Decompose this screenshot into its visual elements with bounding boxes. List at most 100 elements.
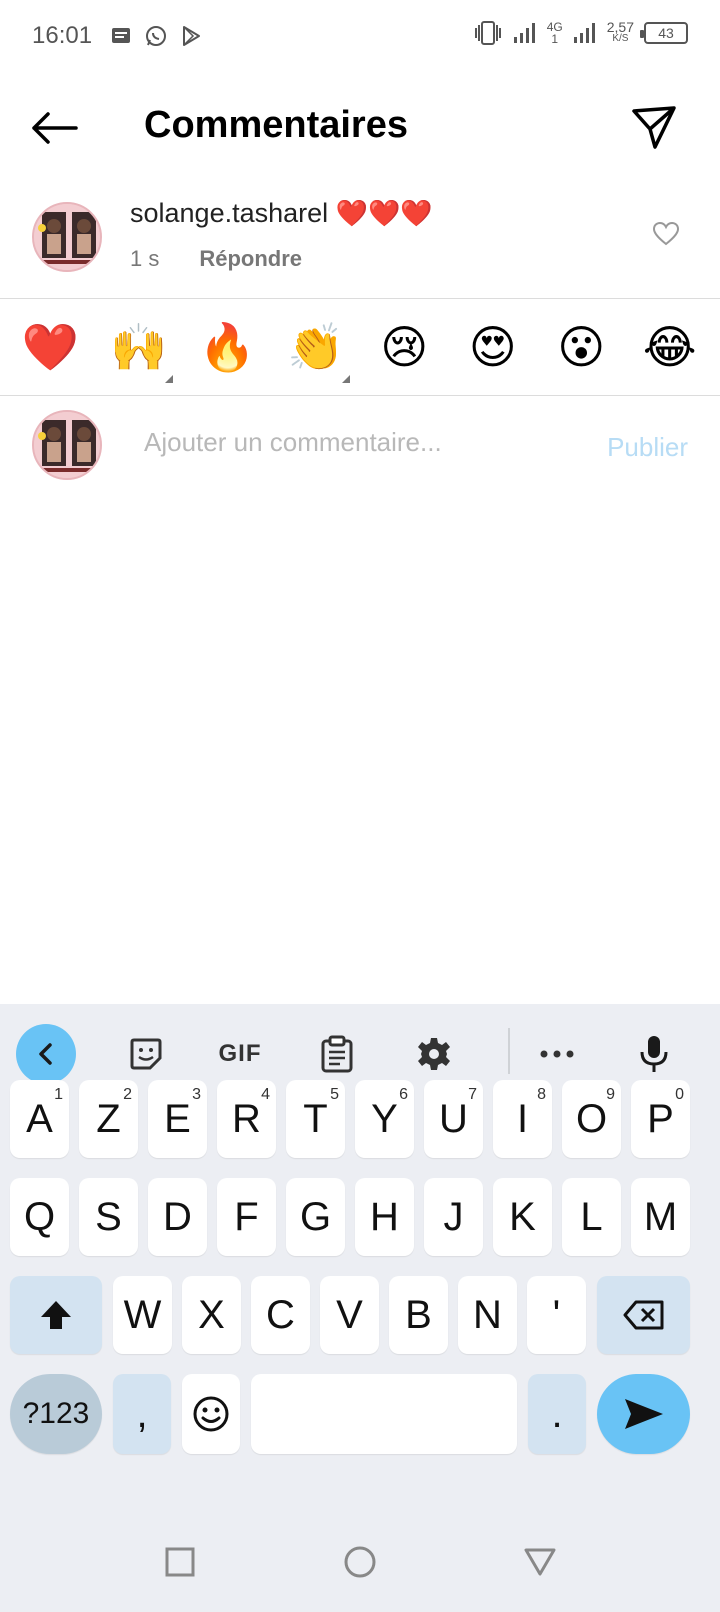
key-label: B [405,1292,432,1337]
smiley-icon [193,1396,229,1432]
avatar-image [34,412,100,478]
settings-button[interactable] [404,1024,464,1084]
chevron-left-icon [39,1043,52,1065]
key-label: . [551,1391,563,1436]
sticker-icon [130,1038,162,1070]
signal-icon [513,23,535,43]
key-j[interactable]: J [424,1178,483,1256]
key-b[interactable]: B [389,1276,448,1354]
toolbar-separator [508,1028,510,1074]
key-p[interactable]: P0 [631,1080,690,1158]
emoji-quick-bar: ❤️ 🙌 🔥 👏 😢 😍 😮 😂 [0,300,720,394]
play-store-icon [183,26,201,46]
comment-input[interactable] [144,422,564,462]
shift-key[interactable] [10,1276,102,1354]
comment-item: solange.tasharel ❤️❤️❤️ 1 s Répondre [0,188,720,298]
comment-time: 1 s [130,246,160,271]
recents-button[interactable] [160,1542,200,1582]
network-type: 4G 1 [546,20,563,46]
key-w[interactable]: W [113,1276,172,1354]
symbols-key[interactable]: ?123 [10,1374,102,1454]
key-h[interactable]: H [355,1178,414,1256]
whatsapp-icon [146,26,167,46]
status-bar: 16:01 4G 1 2,57 K/S 43 [0,0,720,72]
emoji-button[interactable]: 😂 [630,317,710,377]
back-button[interactable] [26,100,82,156]
key-z[interactable]: Z2 [79,1080,138,1158]
key-u[interactable]: U7 [424,1080,483,1158]
key-apostrophe[interactable]: ' [527,1276,586,1354]
key-label: K [509,1194,536,1239]
key-c[interactable]: C [251,1276,310,1354]
avatar[interactable] [32,202,102,272]
key-hint: 8 [537,1086,546,1103]
key-label: W [123,1292,162,1337]
key-f[interactable]: F [217,1178,276,1256]
emoji-button[interactable]: 🙌 [99,317,179,383]
key-l[interactable]: L [562,1178,621,1256]
key-hint: 7 [468,1086,477,1103]
key-k[interactable]: K [493,1178,552,1256]
key-label: Y [371,1096,398,1141]
key-e[interactable]: E3 [148,1080,207,1158]
shift-arrow-icon [41,1301,71,1329]
backspace-key[interactable] [597,1276,690,1354]
key-r[interactable]: R4 [217,1080,276,1158]
key-v[interactable]: V [320,1276,379,1354]
key-label: M [643,1194,678,1239]
more-button[interactable] [527,1024,587,1084]
backspace-icon [623,1300,663,1330]
battery-level: 43 [658,25,674,41]
key-q[interactable]: Q [10,1178,69,1256]
network-speed: 2,57 K/S [606,19,634,44]
emoji-button[interactable]: 🔥 [187,317,267,377]
square-icon [165,1547,195,1577]
key-label: L [580,1194,603,1239]
key-label: E [164,1096,191,1141]
key-o[interactable]: O9 [562,1080,621,1158]
voice-input-button[interactable] [624,1024,684,1084]
sticker-button[interactable] [116,1024,176,1084]
reply-button[interactable]: Répondre [199,246,302,272]
key-g[interactable]: G [286,1178,345,1256]
comma-key[interactable]: , [113,1374,171,1454]
key-hint: 5 [330,1086,339,1103]
key-label: S [95,1194,122,1239]
key-label: O [575,1096,608,1141]
like-heart-icon[interactable] [652,220,680,248]
key-label: R [232,1096,261,1141]
key-label: ' [552,1292,561,1337]
key-d[interactable]: D [148,1178,207,1256]
status-right-icons: 4G 1 2,57 K/S 43 [473,20,688,46]
key-n[interactable]: N [458,1276,517,1354]
key-m[interactable]: M [631,1178,690,1256]
key-i[interactable]: I8 [493,1080,552,1158]
key-label: F [234,1194,259,1239]
back-nav-button[interactable] [520,1542,560,1582]
emoji-button[interactable]: 👏 [276,317,356,383]
key-a[interactable]: A1 [10,1080,69,1158]
emoji-button[interactable]: 😮 [541,317,621,377]
key-label: X [198,1292,225,1337]
microphone-icon [640,1036,668,1072]
home-button[interactable] [340,1542,380,1582]
emoji-button[interactable]: 😢 [364,317,444,377]
publish-button[interactable]: Publier [607,432,688,463]
gif-button[interactable]: GIF [210,1024,270,1084]
key-y[interactable]: Y6 [355,1080,414,1158]
key-t[interactable]: T5 [286,1080,345,1158]
key-s[interactable]: S [79,1178,138,1256]
collapse-toolbar-button[interactable] [16,1024,76,1084]
period-key[interactable]: . [528,1374,586,1454]
share-button[interactable] [626,100,682,156]
send-key[interactable] [597,1374,690,1454]
key-x[interactable]: X [182,1276,241,1354]
emoji-key[interactable] [182,1374,240,1454]
gif-label: GIF [218,1040,262,1067]
clipboard-button[interactable] [307,1024,367,1084]
comment-username[interactable]: solange.tasharel [130,198,328,228]
emoji-button[interactable]: 😍 [453,317,533,377]
space-key[interactable] [251,1374,517,1454]
key-label: V [336,1292,363,1337]
emoji-button[interactable]: ❤️ [10,317,90,377]
